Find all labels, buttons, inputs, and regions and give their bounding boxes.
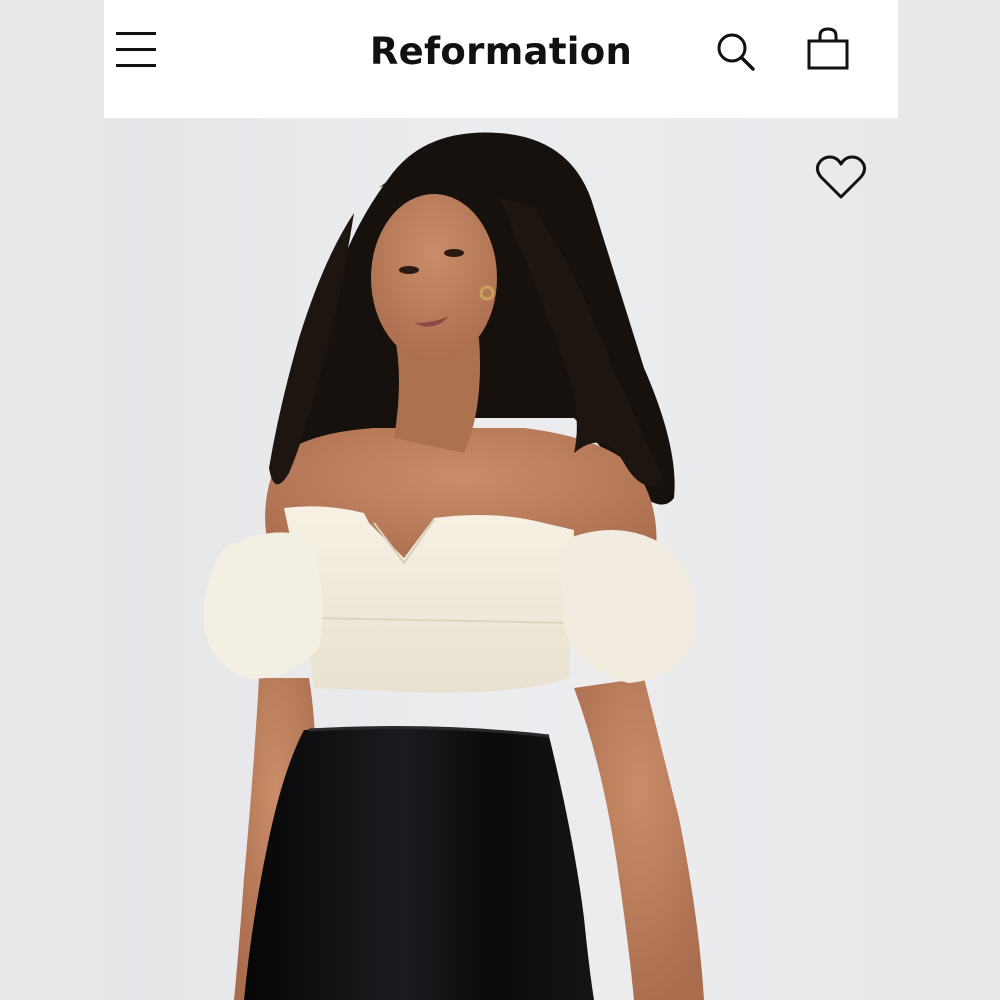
search-button[interactable] — [713, 29, 759, 75]
heart-outline-icon — [815, 155, 867, 199]
brand-logo[interactable]: Reformation — [104, 26, 898, 78]
product-image-area — [104, 118, 898, 1000]
shopping-bag-button[interactable] — [806, 26, 852, 72]
search-icon — [717, 33, 755, 71]
shopping-bag-icon — [807, 27, 849, 70]
app-frame: Reformation — [104, 0, 898, 1000]
header-bar: Reformation — [104, 0, 898, 118]
product-photo — [104, 118, 898, 1000]
favorite-button[interactable] — [814, 154, 868, 202]
